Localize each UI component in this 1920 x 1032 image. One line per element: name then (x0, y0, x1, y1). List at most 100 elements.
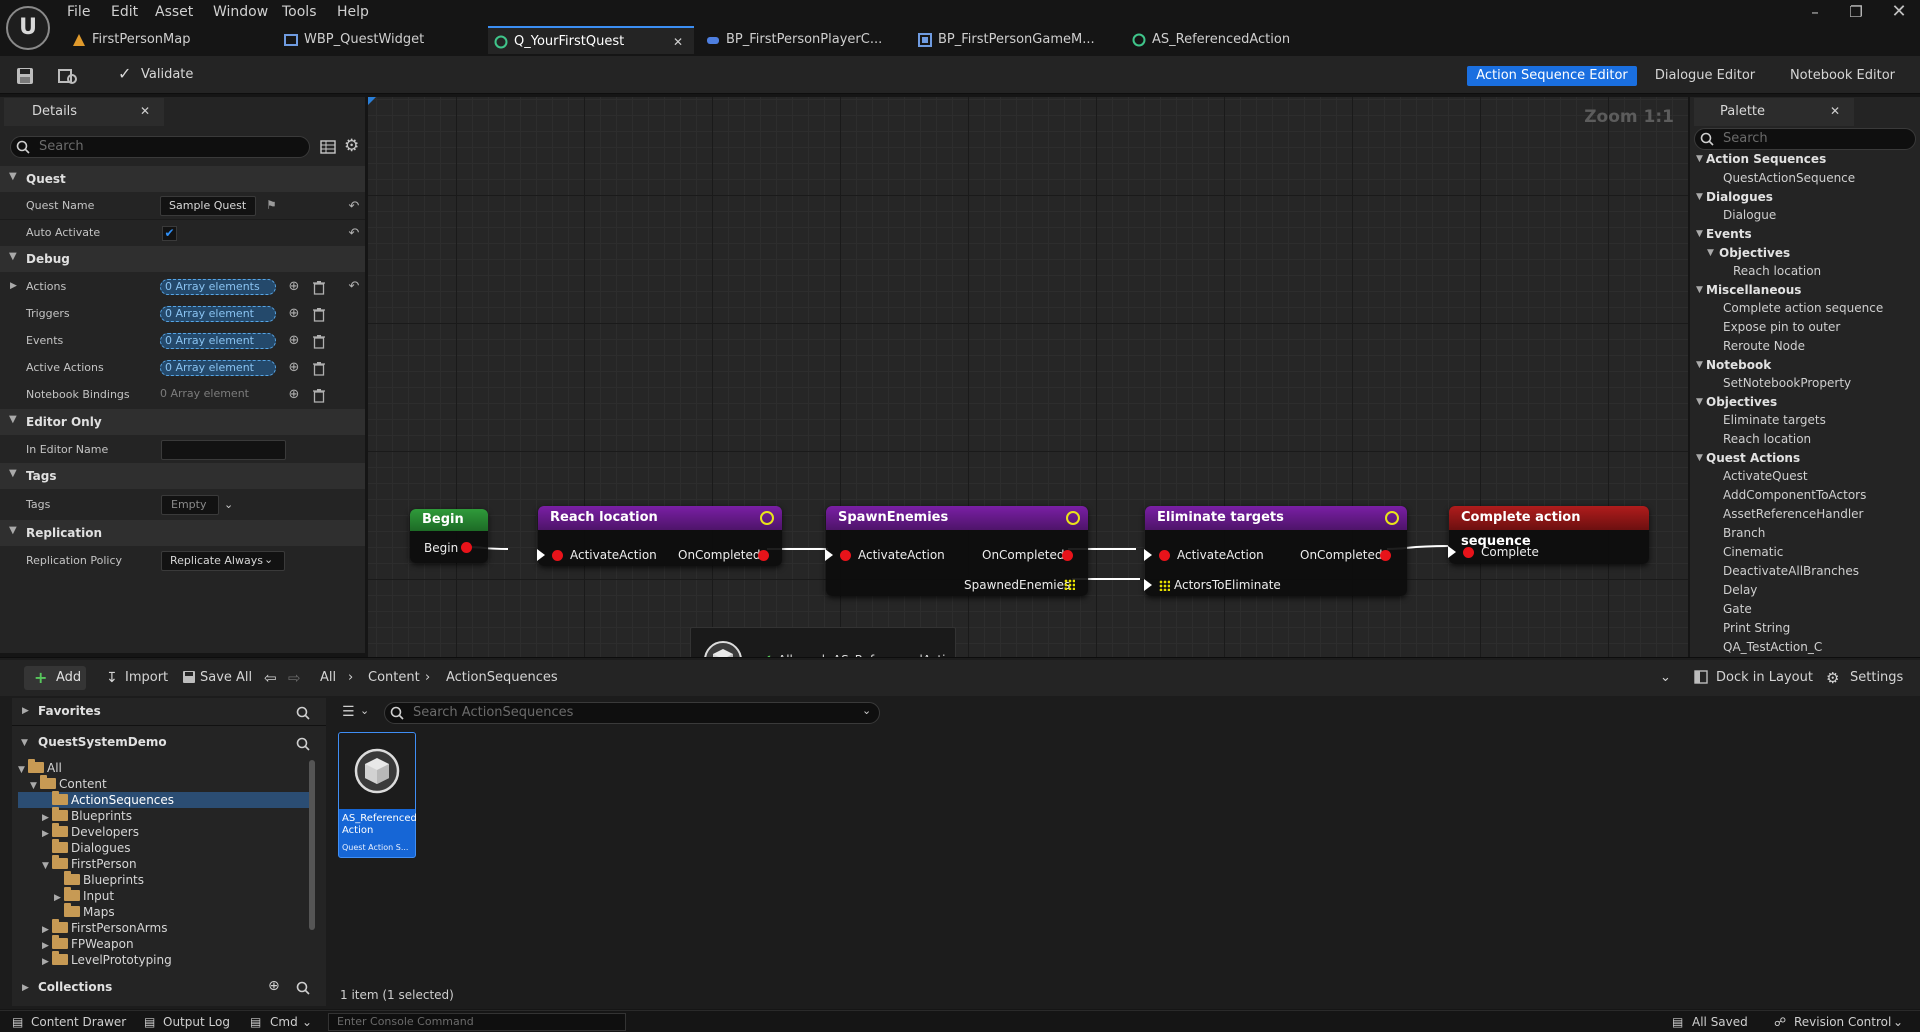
palette-category[interactable]: Quest Actions (1706, 451, 1800, 465)
palette-item[interactable]: Complete action sequence (1723, 301, 1883, 315)
palette-item[interactable]: QuestActionSequence (1723, 171, 1855, 185)
tree-item[interactable]: ▶ Blueprints (18, 807, 310, 824)
trash-icon[interactable] (312, 334, 326, 349)
chevron-down-icon[interactable]: ⌄ (264, 553, 273, 566)
menu-file[interactable]: File (67, 3, 90, 21)
tab-bp-firstpersonplayer[interactable]: BP_FirstPersonPlayerC... (700, 26, 908, 54)
asset-tile-as-referencedaction[interactable]: AS_Referenced Action Quest Action S... (338, 732, 417, 858)
restore-icon[interactable]: ❐ (1841, 2, 1871, 22)
menu-window[interactable]: Window (213, 3, 268, 21)
exec-out-pin[interactable] (461, 542, 472, 553)
palette-item[interactable]: DeactivateAllBranches (1723, 564, 1859, 578)
exec-in-pin[interactable] (1159, 550, 1170, 561)
tab-bp-firstpersongamemode[interactable]: BP_FirstPersonGameM... (912, 26, 1120, 54)
output-log-button[interactable]: Output Log (163, 1013, 230, 1031)
table-view-icon[interactable] (320, 139, 336, 155)
palette-category[interactable]: Dialogues (1706, 190, 1773, 204)
exec-out-pin[interactable] (1380, 550, 1391, 561)
node-spawnenemies[interactable]: SpawnEnemies ActivateAction OnCompleted … (825, 506, 1088, 596)
tags-value[interactable]: Empty (161, 495, 219, 515)
palette-item[interactable]: Reroute Node (1723, 339, 1805, 353)
palette-item[interactable]: Branch (1723, 526, 1765, 540)
details-close-icon[interactable]: ✕ (140, 104, 150, 118)
reset-to-default-icon[interactable]: ↶ (346, 279, 362, 295)
palette-item[interactable]: AssetReferenceHandler (1723, 507, 1863, 521)
save-icon[interactable] (16, 67, 34, 85)
asset-search-input[interactable]: Search ActionSequences (384, 702, 880, 724)
exec-in-pin[interactable] (552, 550, 563, 561)
reset-to-default-icon[interactable]: ↶ (346, 199, 362, 215)
tab-q-yourfirstquest[interactable]: Q_YourFirstQuest ✕ (488, 26, 694, 54)
palette-subcategory[interactable]: Objectives (1719, 246, 1790, 260)
gear-icon[interactable]: ⚙ (344, 136, 359, 156)
add-element-icon[interactable]: ⊕ (286, 279, 302, 295)
palette-item[interactable]: Expose pin to outer (1723, 320, 1840, 334)
node-eliminate-targets[interactable]: Eliminate targets ActivateAction OnCompl… (1144, 506, 1407, 596)
tab-firstpersonmap[interactable]: FirstPersonMap (66, 26, 274, 54)
node-reach-location[interactable]: Reach location ActivateAction OnComplete… (537, 506, 782, 566)
palette-item[interactable]: Gate (1723, 602, 1752, 616)
validate-button[interactable]: Validate (141, 67, 193, 82)
tree-item[interactable]: Maps (18, 903, 310, 920)
mode-action-sequence-editor[interactable]: Action Sequence Editor (1467, 66, 1637, 86)
exec-out-pin[interactable] (758, 550, 769, 561)
palette-item[interactable]: Cinematic (1723, 545, 1783, 559)
auto-activate-checkbox[interactable]: ✔ (162, 226, 177, 241)
search-icon[interactable] (296, 981, 310, 995)
filter-icon[interactable]: ☰ (342, 704, 355, 720)
tree-item[interactable]: ▶ FPWeapon (18, 935, 310, 952)
mode-notebook-editor[interactable]: Notebook Editor (1785, 66, 1900, 86)
palette-item[interactable]: Eliminate targets (1723, 413, 1826, 427)
menu-asset[interactable]: Asset (155, 3, 193, 21)
exec-in-pin[interactable] (1463, 547, 1474, 558)
mode-dialogue-editor[interactable]: Dialogue Editor (1650, 66, 1760, 86)
search-icon[interactable] (296, 737, 310, 751)
import-button[interactable]: Import (125, 668, 168, 688)
add-element-icon[interactable]: ⊕ (286, 360, 302, 376)
revision-control-button[interactable]: Revision Control (1794, 1013, 1891, 1031)
trash-icon[interactable] (312, 361, 326, 376)
chevron-down-icon[interactable]: ⌄ (302, 1013, 312, 1031)
palette-category[interactable]: Action Sequences (1706, 152, 1826, 166)
minimize-icon[interactable]: – (1800, 2, 1830, 22)
add-button[interactable]: + Add (24, 666, 86, 690)
path-content[interactable]: Content (368, 668, 420, 688)
reference-link-icon[interactable] (1385, 511, 1399, 525)
collapse-arrow-icon[interactable]: ▼ (42, 858, 52, 874)
category-editor-only[interactable]: Editor Only (0, 409, 365, 435)
tree-item[interactable]: ▼ FirstPerson (18, 855, 310, 874)
tab-wbp-questwidget[interactable]: WBP_QuestWidget (278, 26, 482, 54)
project-header[interactable]: QuestSystemDemo (38, 735, 167, 749)
search-icon[interactable] (296, 706, 310, 720)
tree-item[interactable]: ActionSequences (18, 791, 310, 808)
exec-in-pin[interactable] (840, 550, 851, 561)
palette-category[interactable]: Notebook (1706, 358, 1771, 372)
palette-category[interactable]: Objectives (1706, 395, 1777, 409)
quest-name-input[interactable]: Sample Quest (160, 196, 256, 216)
collapse-arrow-icon[interactable]: ▼ (30, 778, 40, 794)
add-collection-icon[interactable]: ⊕ (268, 978, 280, 994)
palette-item[interactable]: Delay (1723, 583, 1757, 597)
palette-item[interactable]: AddComponentToActors (1723, 488, 1866, 502)
palette-item[interactable]: Reach location (1733, 264, 1821, 278)
reset-to-default-icon[interactable]: ↶ (346, 226, 362, 242)
chevron-down-icon[interactable]: ⌄ (1660, 668, 1671, 688)
browse-icon[interactable] (58, 67, 78, 85)
palette-search-input[interactable]: Search (1694, 128, 1916, 150)
unreal-logo-icon[interactable]: U (6, 6, 50, 50)
array-in-pin[interactable] (1159, 580, 1170, 591)
palette-item[interactable]: Dialogue (1723, 208, 1776, 222)
path-all[interactable]: All (320, 668, 336, 688)
trash-icon[interactable] (312, 307, 326, 322)
palette-item[interactable]: Reach location (1723, 432, 1811, 446)
tab-close-icon[interactable]: ✕ (673, 28, 683, 54)
chevron-down-icon[interactable]: ⌄ (862, 704, 871, 717)
tree-item[interactable]: Dialogues (18, 839, 310, 856)
palette-close-icon[interactable]: ✕ (1830, 104, 1840, 118)
content-drawer-button[interactable]: Content Drawer (31, 1013, 126, 1031)
palette-item[interactable]: QA_TestAction_C (1723, 640, 1822, 654)
chevron-down-icon[interactable]: ⌄ (360, 704, 369, 717)
save-all-button[interactable]: Save All (200, 668, 252, 688)
tree-item[interactable]: ▶ LevelPrototyping (18, 951, 310, 968)
node-begin[interactable]: Begin Begin (410, 509, 488, 563)
